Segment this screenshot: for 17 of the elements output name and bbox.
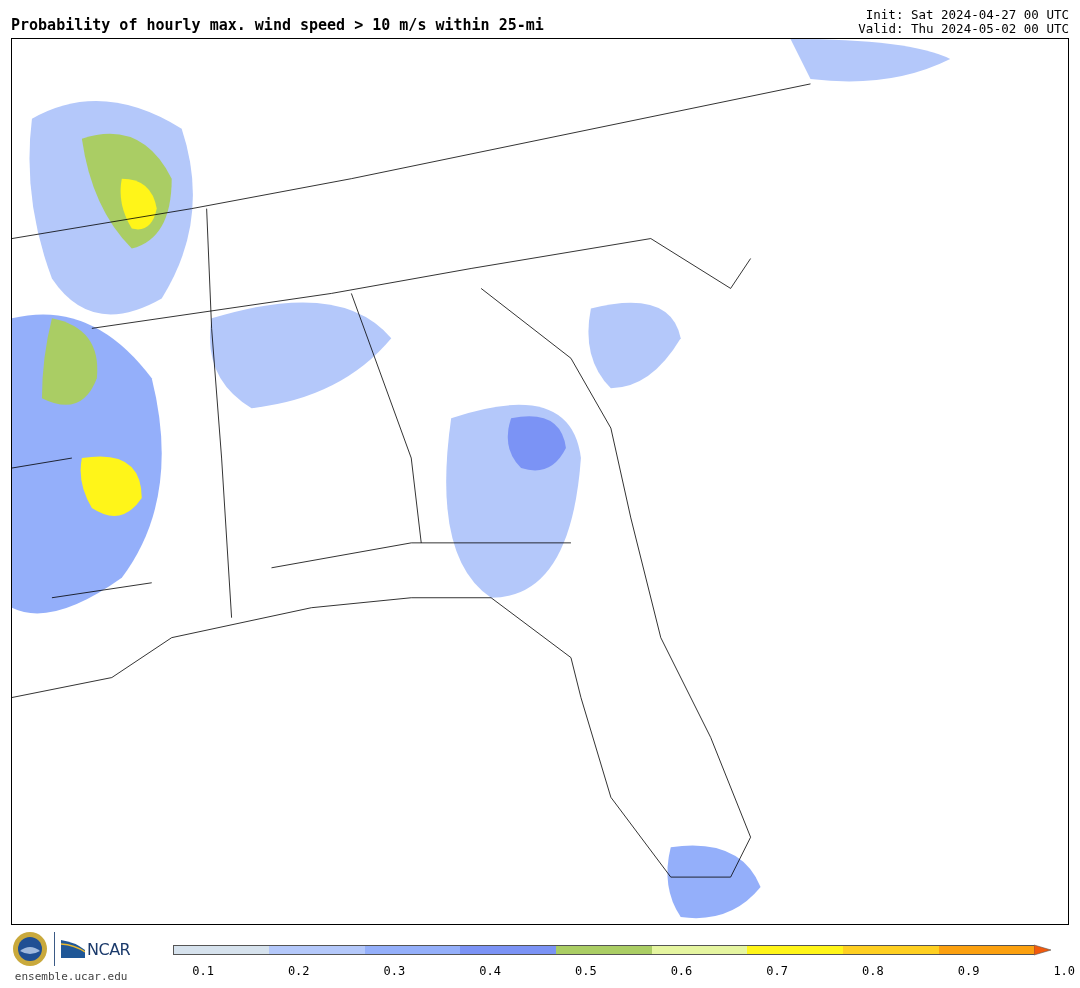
valid-time: Valid: Thu 2024-05-02 00 UTC (858, 22, 1069, 36)
tick-label: 0.7 (766, 964, 788, 978)
tick-label: 0.1 (192, 964, 214, 978)
tick-label: 0.2 (287, 964, 310, 978)
tick-label: 0.9 (957, 964, 980, 978)
seal-icon (12, 931, 48, 967)
tick-label: 0.6 (670, 964, 693, 978)
chart-title: Probability of hourly max. wind speed > 10 m/s within 25-mi (11, 16, 544, 36)
tick-label: 0.8 (862, 964, 884, 978)
tick-label: 0.5 (574, 964, 597, 978)
site-url: ensemble.ucar.edu (14, 970, 128, 983)
init-time: Init: Sat 2024-04-27 00 UTC (865, 8, 1069, 22)
tick-label: 1.0 (1053, 964, 1076, 978)
tick-label: 0.3 (383, 964, 406, 978)
tick-label: 0.4 (479, 964, 501, 978)
ncar-logo-text: NCAR (87, 939, 131, 959)
ncar-logo-icon (61, 940, 85, 958)
